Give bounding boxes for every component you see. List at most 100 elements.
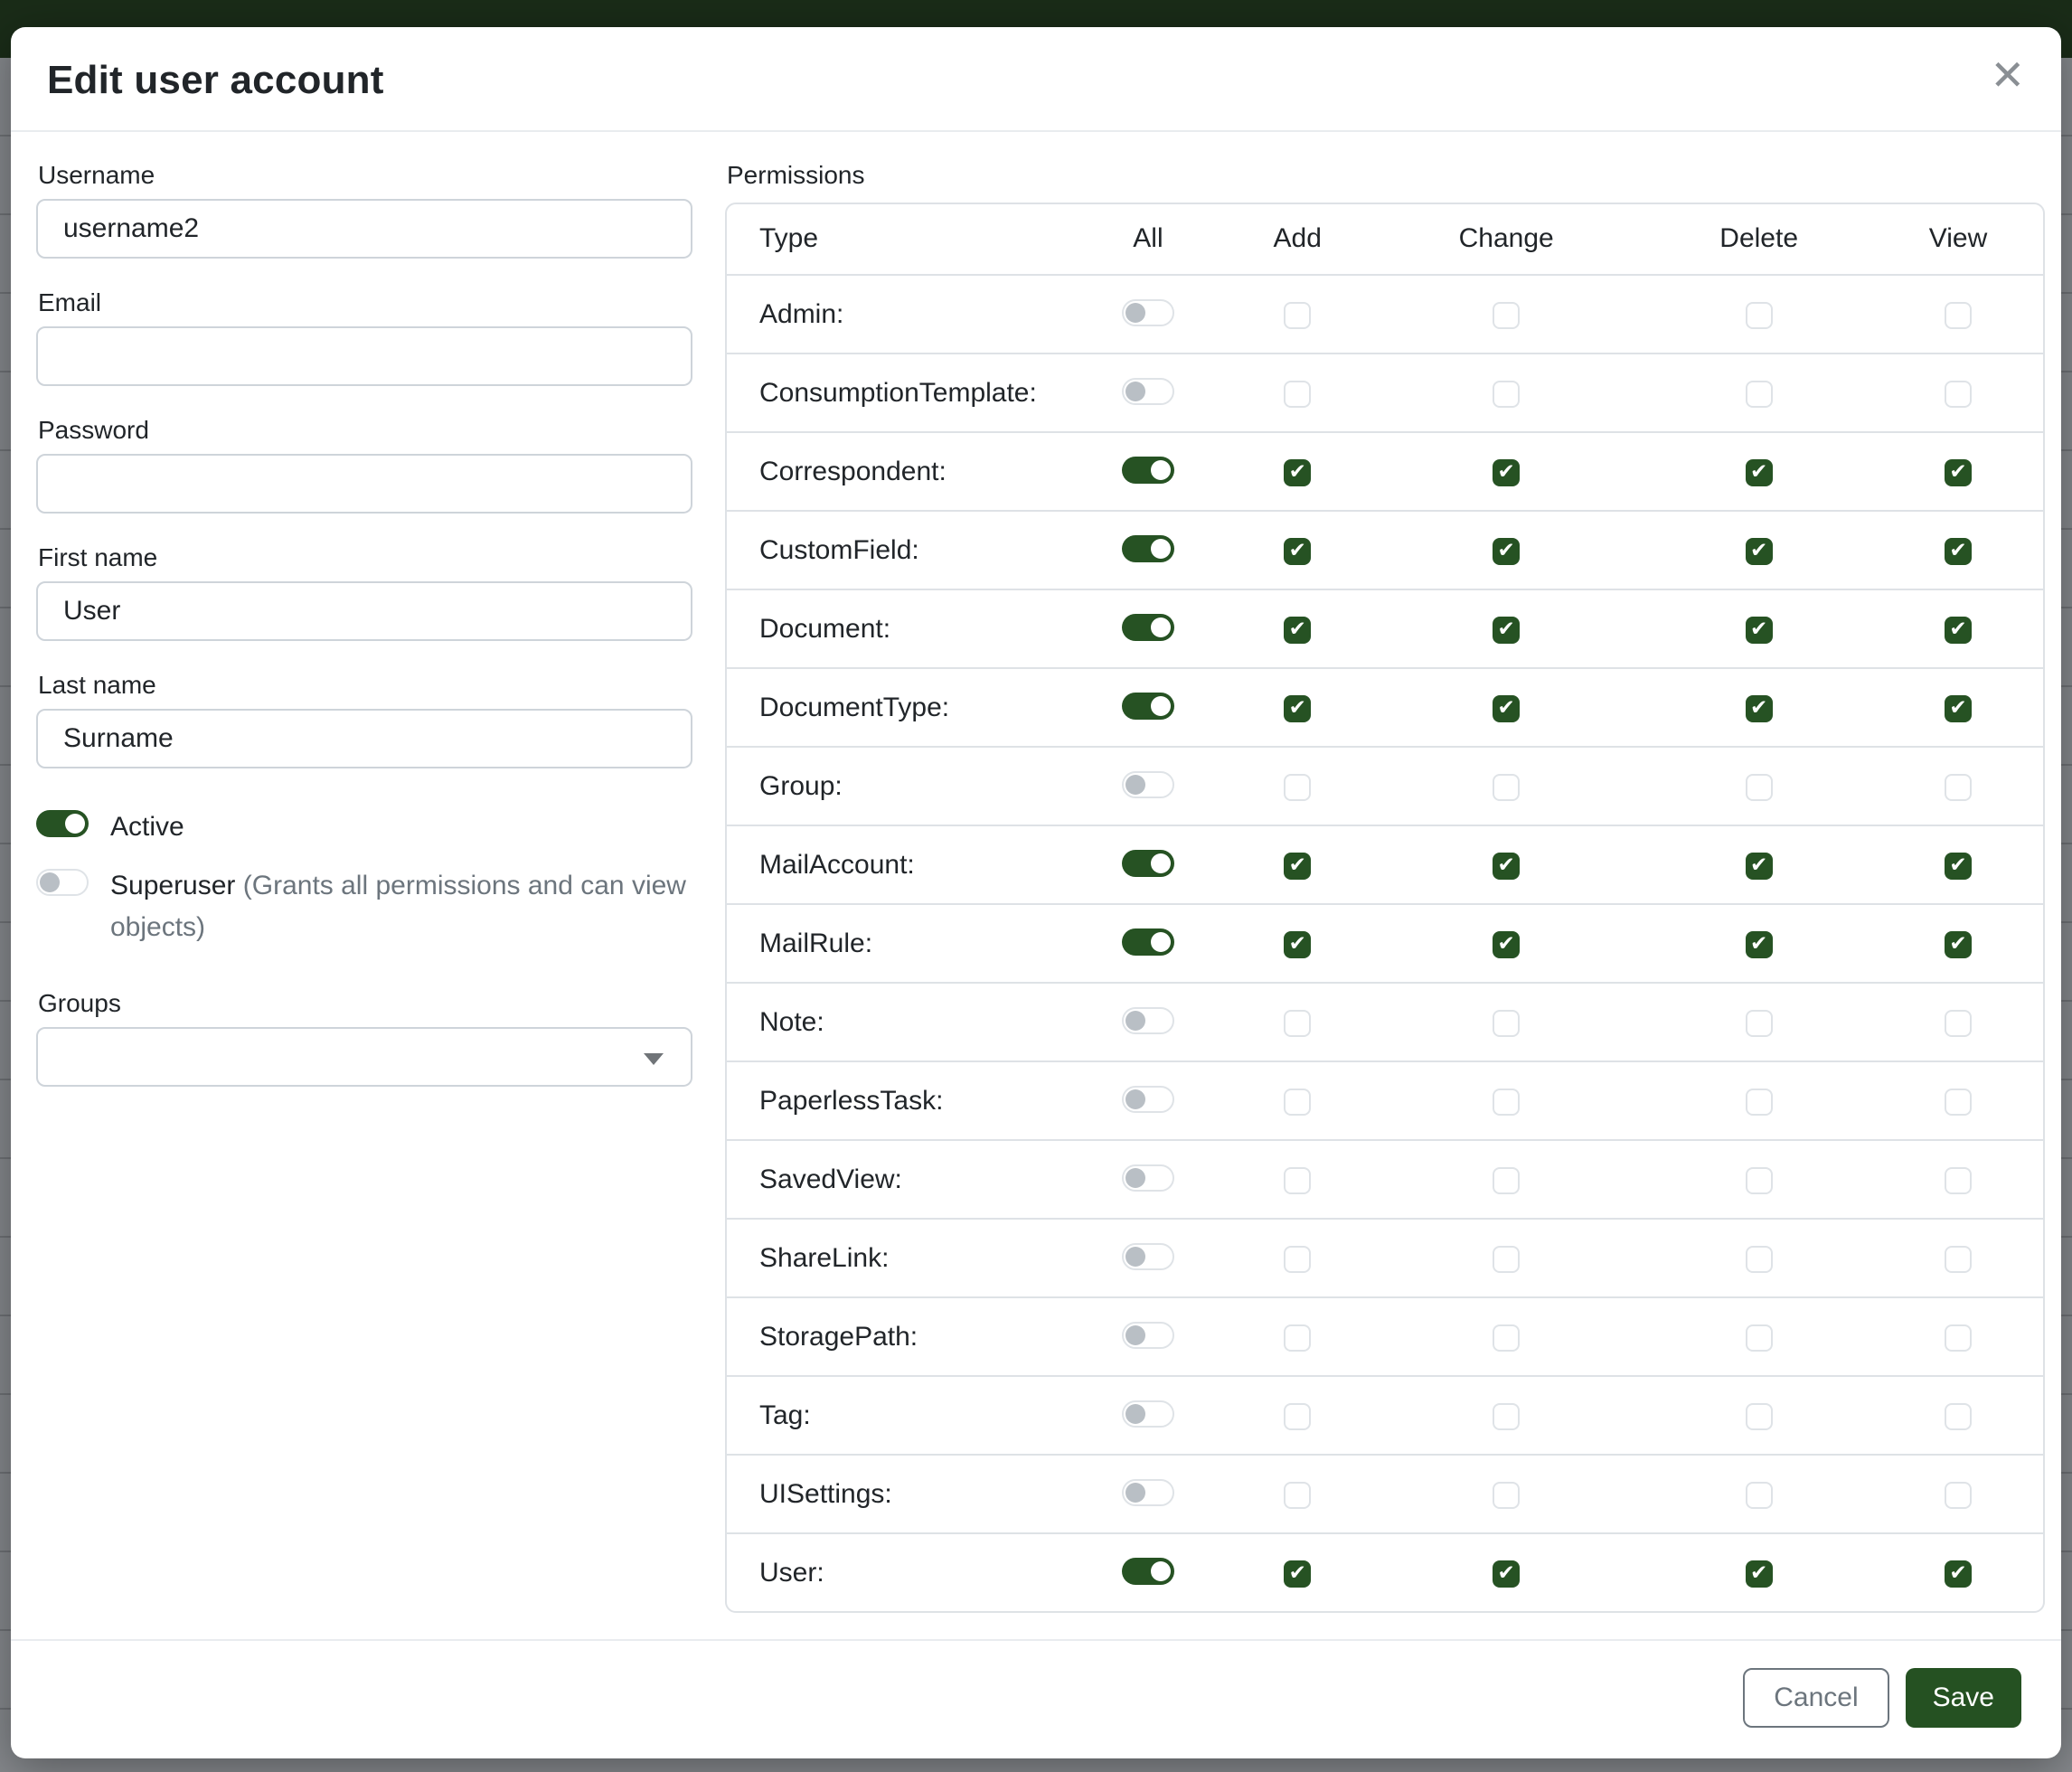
permission-delete-checkbox[interactable]: ✔ <box>1746 1324 1773 1352</box>
permission-all-toggle[interactable] <box>1122 850 1174 877</box>
permission-all-toggle[interactable] <box>1122 693 1174 720</box>
last-name-input[interactable] <box>36 709 692 768</box>
permission-all-toggle[interactable] <box>1122 771 1174 798</box>
permission-all-toggle[interactable] <box>1122 457 1174 484</box>
permission-add-checkbox[interactable]: ✔ <box>1284 1403 1311 1430</box>
permission-view-checkbox[interactable]: ✔ <box>1945 1089 1972 1116</box>
permission-view-checkbox[interactable]: ✔ <box>1945 1560 1972 1588</box>
permission-change-checkbox[interactable]: ✔ <box>1493 695 1520 722</box>
permission-change-checkbox[interactable]: ✔ <box>1493 1010 1520 1037</box>
permission-change-checkbox[interactable]: ✔ <box>1493 1403 1520 1430</box>
permission-add-checkbox[interactable]: ✔ <box>1284 1560 1311 1588</box>
permission-delete-checkbox[interactable]: ✔ <box>1746 1089 1773 1116</box>
permission-change-checkbox[interactable]: ✔ <box>1493 1560 1520 1588</box>
first-name-input[interactable] <box>36 581 692 641</box>
permission-view-checkbox[interactable]: ✔ <box>1945 1010 1972 1037</box>
permission-change-checkbox[interactable]: ✔ <box>1493 538 1520 565</box>
permission-add-checkbox[interactable]: ✔ <box>1284 538 1311 565</box>
permission-delete-checkbox[interactable]: ✔ <box>1746 617 1773 644</box>
permission-view-checkbox[interactable]: ✔ <box>1945 774 1972 801</box>
permission-all-toggle[interactable] <box>1122 1086 1174 1113</box>
permission-view-checkbox[interactable]: ✔ <box>1945 459 1972 486</box>
permission-delete-checkbox[interactable]: ✔ <box>1746 1010 1773 1037</box>
permission-change-checkbox[interactable]: ✔ <box>1493 853 1520 880</box>
permission-all-toggle[interactable] <box>1122 1164 1174 1192</box>
permission-delete-checkbox[interactable]: ✔ <box>1746 1403 1773 1430</box>
permission-view-checkbox[interactable]: ✔ <box>1945 1324 1972 1352</box>
permission-change-checkbox[interactable]: ✔ <box>1493 617 1520 644</box>
permission-add-checkbox[interactable]: ✔ <box>1284 1167 1311 1194</box>
permission-view-checkbox[interactable]: ✔ <box>1945 381 1972 408</box>
permission-all-toggle[interactable] <box>1122 614 1174 641</box>
username-input[interactable] <box>36 199 692 259</box>
permission-add-checkbox[interactable]: ✔ <box>1284 459 1311 486</box>
permission-change-checkbox[interactable]: ✔ <box>1493 1482 1520 1509</box>
permission-delete-checkbox[interactable]: ✔ <box>1746 695 1773 722</box>
permission-all-toggle[interactable] <box>1122 1007 1174 1034</box>
permission-type-label: Document: <box>759 614 890 644</box>
permission-delete-checkbox[interactable]: ✔ <box>1746 381 1773 408</box>
cancel-button[interactable]: Cancel <box>1743 1668 1888 1728</box>
permission-add-checkbox[interactable]: ✔ <box>1284 1482 1311 1509</box>
permission-all-toggle[interactable] <box>1122 1400 1174 1428</box>
permission-all-toggle[interactable] <box>1122 1243 1174 1270</box>
permission-add-checkbox[interactable]: ✔ <box>1284 853 1311 880</box>
permission-change-checkbox[interactable]: ✔ <box>1493 1324 1520 1352</box>
permission-add-checkbox[interactable]: ✔ <box>1284 617 1311 644</box>
email-input[interactable] <box>36 326 692 386</box>
permission-change-checkbox[interactable]: ✔ <box>1493 302 1520 329</box>
permission-add-checkbox[interactable]: ✔ <box>1284 695 1311 722</box>
permission-delete-checkbox[interactable]: ✔ <box>1746 1482 1773 1509</box>
permission-add-checkbox[interactable]: ✔ <box>1284 774 1311 801</box>
permission-all-toggle[interactable] <box>1122 535 1174 562</box>
permission-all-toggle[interactable] <box>1122 1322 1174 1349</box>
permission-view-checkbox[interactable]: ✔ <box>1945 695 1972 722</box>
permission-change-checkbox[interactable]: ✔ <box>1493 1089 1520 1116</box>
permission-delete-checkbox[interactable]: ✔ <box>1746 459 1773 486</box>
permission-view-checkbox[interactable]: ✔ <box>1945 1167 1972 1194</box>
permission-view-checkbox[interactable]: ✔ <box>1945 538 1972 565</box>
permission-type-label: UISettings: <box>759 1479 892 1509</box>
permission-change-checkbox[interactable]: ✔ <box>1493 381 1520 408</box>
superuser-toggle[interactable] <box>36 869 89 896</box>
permission-all-toggle[interactable] <box>1122 1479 1174 1506</box>
permission-add-checkbox[interactable]: ✔ <box>1284 381 1311 408</box>
permission-view-checkbox[interactable]: ✔ <box>1945 931 1972 958</box>
save-button[interactable]: Save <box>1906 1668 2021 1728</box>
groups-select[interactable] <box>36 1027 692 1087</box>
permission-add-checkbox[interactable]: ✔ <box>1284 1089 1311 1116</box>
permission-add-checkbox[interactable]: ✔ <box>1284 1246 1311 1273</box>
permission-change-checkbox[interactable]: ✔ <box>1493 1167 1520 1194</box>
permission-view-checkbox[interactable]: ✔ <box>1945 302 1972 329</box>
check-icon: ✔ <box>1750 462 1767 483</box>
permission-delete-checkbox[interactable]: ✔ <box>1746 538 1773 565</box>
permission-row: Group: ✔ ✔ ✔ ✔ <box>727 746 2043 825</box>
permission-delete-checkbox[interactable]: ✔ <box>1746 853 1773 880</box>
permission-change-checkbox[interactable]: ✔ <box>1493 774 1520 801</box>
permission-delete-checkbox[interactable]: ✔ <box>1746 1560 1773 1588</box>
permission-view-checkbox[interactable]: ✔ <box>1945 853 1972 880</box>
permission-delete-checkbox[interactable]: ✔ <box>1746 1246 1773 1273</box>
permission-all-toggle[interactable] <box>1122 1558 1174 1585</box>
permission-add-checkbox[interactable]: ✔ <box>1284 1324 1311 1352</box>
permission-delete-checkbox[interactable]: ✔ <box>1746 931 1773 958</box>
permission-add-checkbox[interactable]: ✔ <box>1284 1010 1311 1037</box>
permission-add-checkbox[interactable]: ✔ <box>1284 931 1311 958</box>
password-input[interactable] <box>36 454 692 514</box>
permission-delete-checkbox[interactable]: ✔ <box>1746 302 1773 329</box>
permission-change-checkbox[interactable]: ✔ <box>1493 459 1520 486</box>
permission-view-checkbox[interactable]: ✔ <box>1945 1403 1972 1430</box>
permission-view-checkbox[interactable]: ✔ <box>1945 1482 1972 1509</box>
active-toggle[interactable] <box>36 810 89 837</box>
permission-all-toggle[interactable] <box>1122 299 1174 326</box>
permission-add-checkbox[interactable]: ✔ <box>1284 302 1311 329</box>
permission-view-checkbox[interactable]: ✔ <box>1945 1246 1972 1273</box>
permission-change-checkbox[interactable]: ✔ <box>1493 1246 1520 1273</box>
permission-view-checkbox[interactable]: ✔ <box>1945 617 1972 644</box>
permission-delete-checkbox[interactable]: ✔ <box>1746 1167 1773 1194</box>
permission-change-checkbox[interactable]: ✔ <box>1493 931 1520 958</box>
permission-all-toggle[interactable] <box>1122 928 1174 956</box>
permission-delete-checkbox[interactable]: ✔ <box>1746 774 1773 801</box>
permission-all-toggle[interactable] <box>1122 378 1174 405</box>
close-icon[interactable]: ✕ <box>1990 54 2025 96</box>
